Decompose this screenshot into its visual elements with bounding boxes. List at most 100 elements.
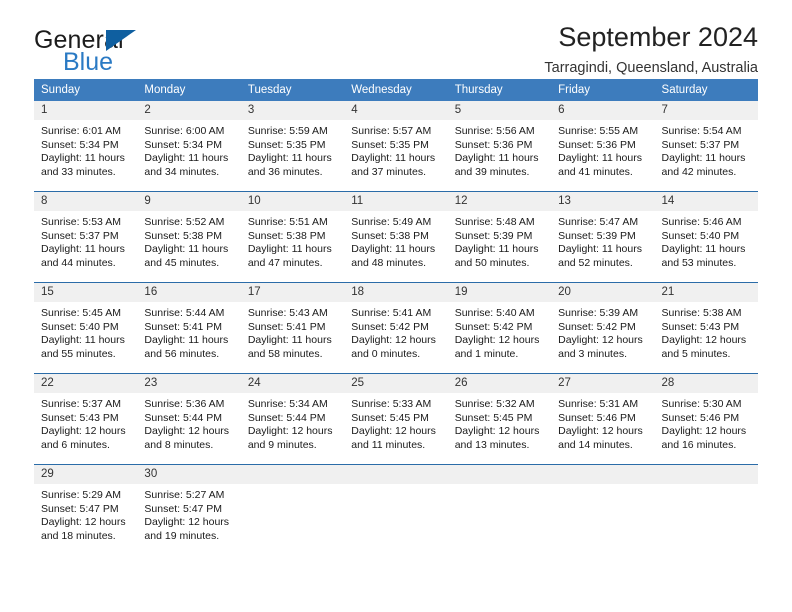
day-cell[interactable]: 7 Sunrise: 5:54 AM Sunset: 5:37 PM Daylight… — [654, 101, 758, 192]
sunrise-text: Sunrise: 6:00 AM — [144, 125, 225, 137]
sunset-text: Sunset: 5:34 PM — [41, 138, 119, 151]
day-cell[interactable]: 26 Sunrise: 5:32 AM Sunset: 5:45 PM Dayligh… — [447, 373, 552, 465]
day-cell[interactable]: 20 Sunrise: 5:39 AM Sunset: 5:42 PM Dayligh… — [551, 282, 655, 374]
sunset-text: Sunset: 5:42 PM — [454, 320, 533, 333]
day-cell[interactable]: 2 Sunrise: 6:00 AM Sunset: 5:34 PM Daylight… — [137, 101, 241, 192]
day-details: Sunrise: 5:36 AM Sunset: 5:44 PM Daylight:… — [137, 393, 240, 452]
day-cell[interactable]: 8 Sunrise: 5:53 AM Sunset: 5:37 PM Daylight… — [34, 191, 138, 283]
day-number: 3 — [240, 101, 345, 120]
general-blue-logo[interactable]: General Blue — [34, 24, 174, 76]
day-number: 19 — [447, 283, 552, 302]
day-number: 25 — [344, 374, 448, 393]
day-number: 15 — [34, 283, 138, 302]
day-number: 27 — [551, 374, 655, 393]
daylight-text-line2: and 52 minutes. — [558, 256, 633, 269]
sunset-text: Sunset: 5:42 PM — [558, 320, 636, 333]
day-cell[interactable]: 21 Sunrise: 5:38 AM Sunset: 5:43 PM Dayligh… — [654, 282, 758, 374]
day-details: Sunrise: 5:43 AM Sunset: 5:41 PM Daylight:… — [241, 302, 344, 361]
sunrise-text: Sunrise: 5:52 AM — [144, 216, 225, 228]
day-number — [551, 465, 655, 484]
day-cell[interactable]: 6 Sunrise: 5:55 AM Sunset: 5:36 PM Daylight… — [551, 101, 655, 192]
day-cell[interactable]: 1 Sunrise: 6:01 AM Sunset: 5:34 PM Daylight… — [34, 101, 138, 192]
daylight-text-line1: Daylight: 11 hours — [144, 152, 229, 165]
sunrise-text: Sunrise: 5:38 AM — [661, 307, 742, 319]
day-cell[interactable]: 16 Sunrise: 5:44 AM Sunset: 5:41 PM Dayligh… — [137, 282, 241, 374]
weekday-header-tuesday: Tuesday — [240, 79, 345, 101]
day-cell[interactable]: 28 Sunrise: 5:30 AM Sunset: 5:46 PM Dayligh… — [654, 373, 758, 465]
daylight-text-line1: Daylight: 11 hours — [351, 243, 436, 256]
day-details: Sunrise: 5:37 AM Sunset: 5:43 PM Daylight:… — [34, 393, 137, 452]
daylight-text-line1: Daylight: 11 hours — [351, 152, 436, 165]
day-cell[interactable]: 24 Sunrise: 5:34 AM Sunset: 5:44 PM Dayligh… — [240, 373, 345, 465]
sunset-text: Sunset: 5:38 PM — [247, 229, 326, 242]
day-cell[interactable]: 12 Sunrise: 5:48 AM Sunset: 5:39 PM Dayligh… — [447, 191, 552, 283]
day-cell[interactable]: 14 Sunrise: 5:46 AM Sunset: 5:40 PM Dayligh… — [654, 191, 758, 283]
sunrise-text: Sunrise: 5:53 AM — [41, 216, 121, 228]
logo-text-blue: Blue — [63, 48, 114, 76]
daylight-text-line2: and 19 minutes. — [144, 529, 220, 542]
day-number: 2 — [137, 101, 241, 120]
day-number: 1 — [34, 101, 138, 120]
weekday-header-row: Sunday Monday Tuesday Wednesday Thursday… — [34, 79, 758, 101]
day-number: 6 — [551, 101, 655, 120]
daylight-text-line1: Daylight: 12 hours — [454, 334, 540, 347]
sunrise-text: Sunrise: 5:46 AM — [661, 216, 742, 228]
day-number: 4 — [344, 101, 448, 120]
day-details: Sunrise: 5:48 AM Sunset: 5:39 PM Daylight:… — [448, 211, 551, 270]
daylight-text-line1: Daylight: 11 hours — [558, 152, 642, 165]
day-cell[interactable]: 4 Sunrise: 5:57 AM Sunset: 5:35 PM Daylight… — [344, 101, 448, 192]
day-cell[interactable]: 11 Sunrise: 5:49 AM Sunset: 5:38 PM Dayligh… — [344, 191, 448, 283]
daylight-text-line2: and 14 minutes. — [558, 438, 633, 451]
day-cell[interactable]: 22 Sunrise: 5:37 AM Sunset: 5:43 PM Dayligh… — [34, 373, 138, 465]
weekday-header-wednesday: Wednesday — [344, 79, 448, 101]
sunset-text: Sunset: 5:44 PM — [247, 411, 326, 424]
sunrise-text: Sunrise: 5:31 AM — [558, 398, 639, 410]
day-cell-empty — [551, 464, 655, 555]
day-cell[interactable]: 15 Sunrise: 5:45 AM Sunset: 5:40 PM Dayligh… — [34, 282, 138, 374]
day-cell[interactable]: 30 Sunrise: 5:27 AM Sunset: 5:47 PM Dayligh… — [137, 464, 241, 555]
day-cell[interactable]: 29 Sunrise: 5:29 AM Sunset: 5:47 PM Dayligh… — [34, 464, 138, 555]
day-cell[interactable]: 18 Sunrise: 5:41 AM Sunset: 5:42 PM Dayligh… — [344, 282, 448, 374]
day-number: 20 — [551, 283, 655, 302]
day-details: Sunrise: 5:59 AM Sunset: 5:35 PM Daylight:… — [241, 120, 344, 179]
day-cell[interactable]: 17 Sunrise: 5:43 AM Sunset: 5:41 PM Dayligh… — [240, 282, 345, 374]
daylight-text-line2: and 39 minutes. — [454, 165, 530, 178]
daylight-text-line2: and 58 minutes. — [247, 347, 323, 360]
sunset-text: Sunset: 5:47 PM — [41, 502, 119, 515]
day-cell[interactable]: 25 Sunrise: 5:33 AM Sunset: 5:45 PM Dayligh… — [344, 373, 448, 465]
weekday-header-sunday: Sunday — [34, 79, 138, 101]
day-details: Sunrise: 5:33 AM Sunset: 5:45 PM Daylight:… — [344, 393, 447, 452]
day-cell[interactable]: 3 Sunrise: 5:59 AM Sunset: 5:35 PM Daylight… — [240, 101, 345, 192]
sunrise-sunset-calendar: Sunday Monday Tuesday Wednesday Thursday… — [34, 79, 758, 555]
day-cell[interactable]: 23 Sunrise: 5:36 AM Sunset: 5:44 PM Dayligh… — [137, 373, 241, 465]
sunrise-text: Sunrise: 5:27 AM — [144, 489, 225, 501]
day-details: Sunrise: 5:49 AM Sunset: 5:38 PM Daylight:… — [344, 211, 447, 270]
daylight-text-line2: and 8 minutes. — [144, 438, 214, 451]
daylight-text-line2: and 3 minutes. — [558, 347, 627, 360]
daylight-text-line2: and 55 minutes. — [41, 347, 116, 360]
sunset-text: Sunset: 5:39 PM — [558, 229, 636, 242]
daylight-text-line1: Daylight: 11 hours — [247, 243, 332, 256]
day-number: 13 — [551, 192, 655, 211]
daylight-text-line1: Daylight: 11 hours — [247, 334, 332, 347]
day-details: Sunrise: 5:27 AM Sunset: 5:47 PM Daylight:… — [137, 484, 240, 543]
sunrise-text: Sunrise: 6:01 AM — [41, 125, 121, 137]
day-details: Sunrise: 5:30 AM Sunset: 5:46 PM Daylight:… — [655, 393, 758, 452]
day-cell[interactable]: 27 Sunrise: 5:31 AM Sunset: 5:46 PM Dayligh… — [551, 373, 655, 465]
sunrise-text: Sunrise: 5:59 AM — [247, 125, 328, 137]
day-number: 17 — [240, 283, 345, 302]
sunrise-text: Sunrise: 5:48 AM — [454, 216, 535, 228]
weekday-header-monday: Monday — [137, 79, 241, 101]
day-number — [447, 465, 552, 484]
day-cell-empty — [654, 464, 758, 555]
day-cell[interactable]: 10 Sunrise: 5:51 AM Sunset: 5:38 PM Dayligh… — [240, 191, 345, 283]
sunrise-text: Sunrise: 5:55 AM — [558, 125, 639, 137]
daylight-text-line1: Daylight: 11 hours — [41, 243, 125, 256]
day-cell[interactable]: 5 Sunrise: 5:56 AM Sunset: 5:36 PM Daylight… — [447, 101, 552, 192]
day-number — [344, 465, 448, 484]
day-cell[interactable]: 9 Sunrise: 5:52 AM Sunset: 5:38 PM Daylight… — [137, 191, 241, 283]
daylight-text-line1: Daylight: 11 hours — [454, 243, 539, 256]
day-details: Sunrise: 5:34 AM Sunset: 5:44 PM Daylight:… — [241, 393, 344, 452]
day-cell[interactable]: 19 Sunrise: 5:40 AM Sunset: 5:42 PM Dayligh… — [447, 282, 552, 374]
day-cell[interactable]: 13 Sunrise: 5:47 AM Sunset: 5:39 PM Dayligh… — [551, 191, 655, 283]
